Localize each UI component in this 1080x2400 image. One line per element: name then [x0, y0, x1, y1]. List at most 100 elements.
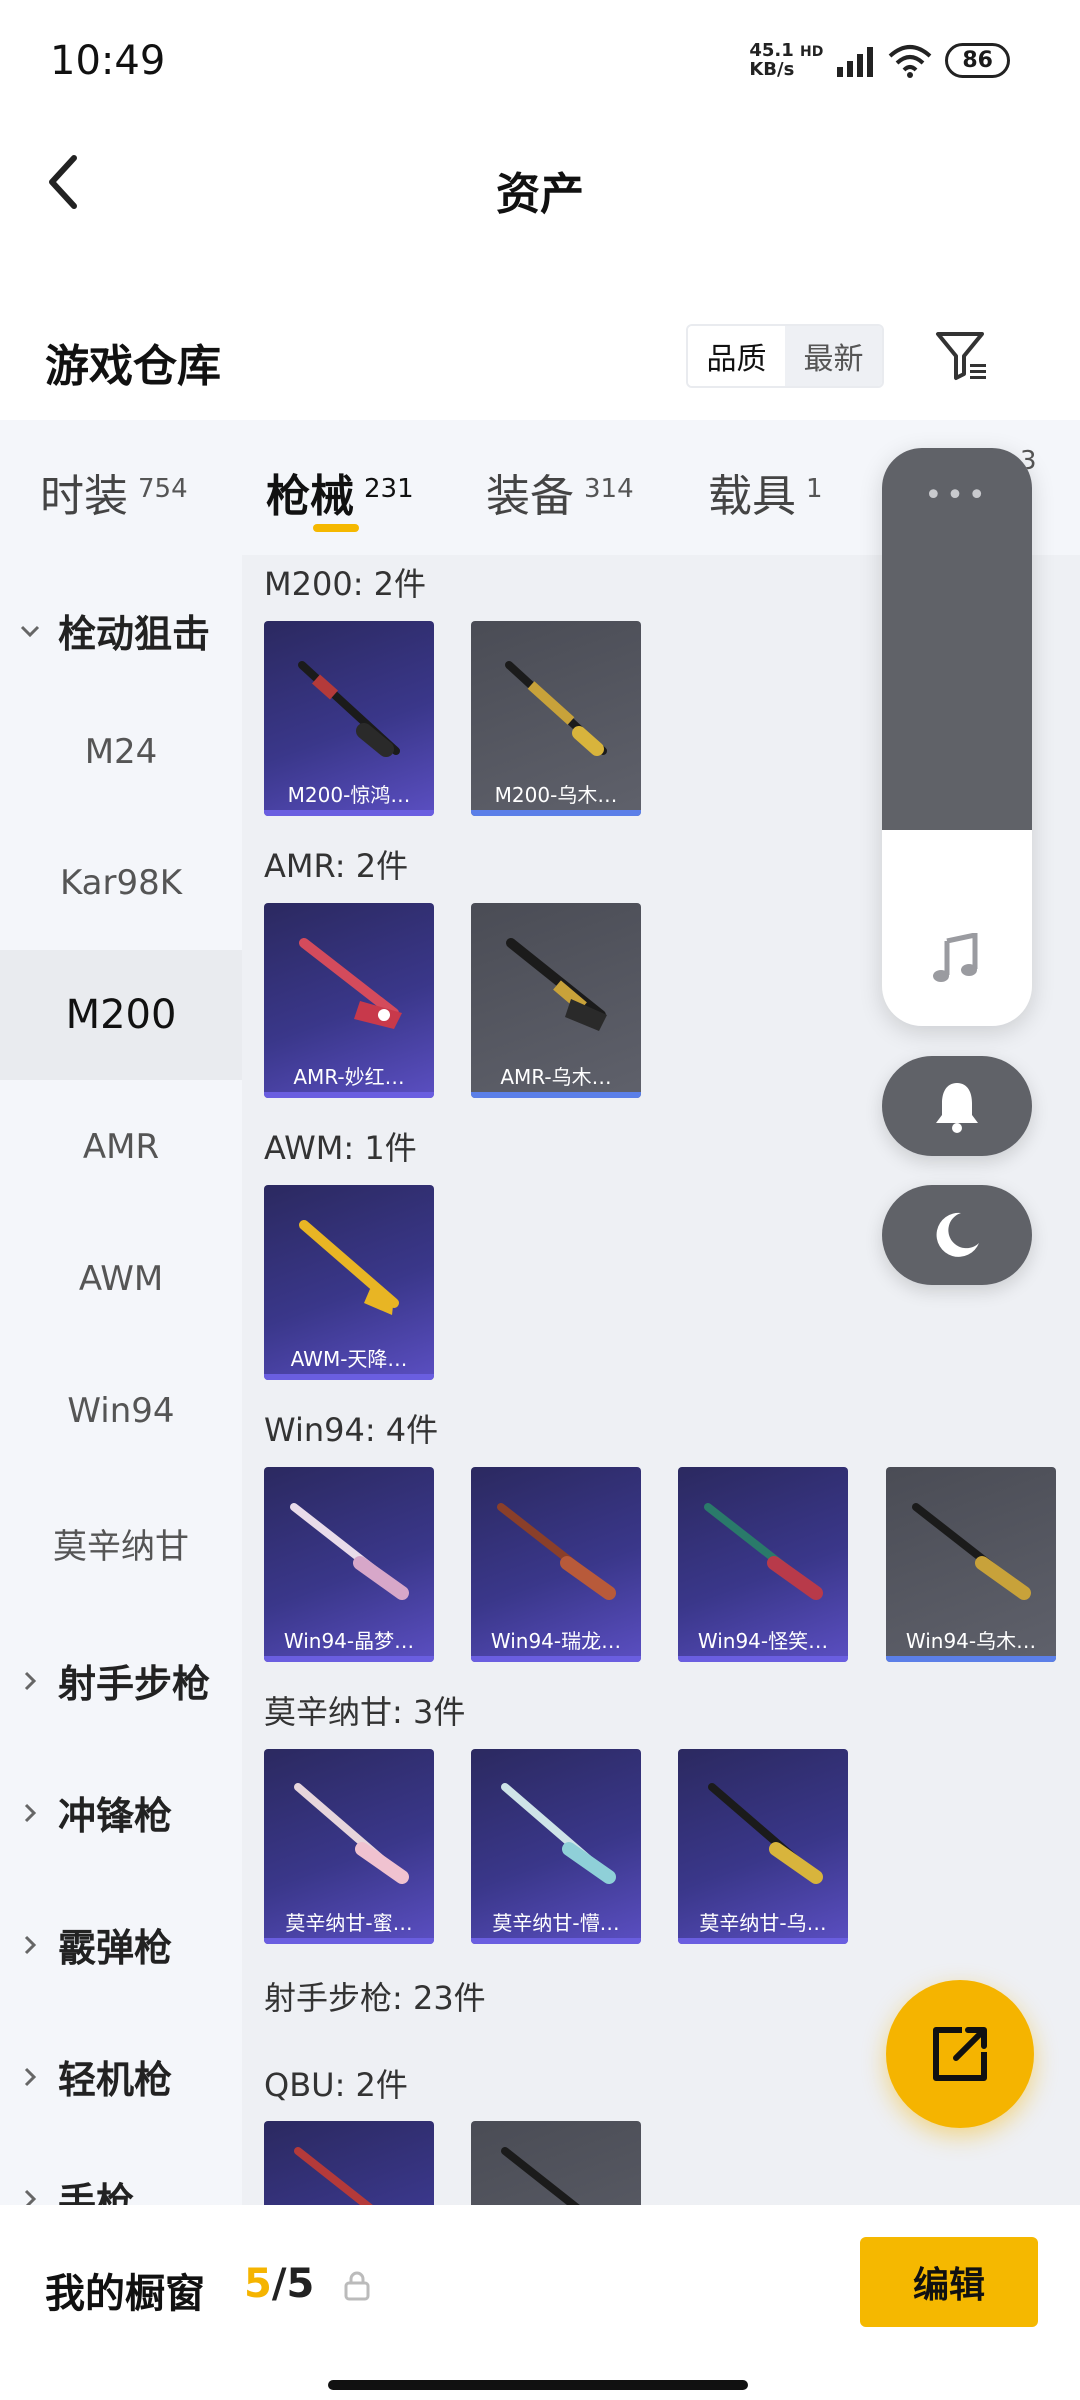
weapon-card[interactable]	[471, 2121, 641, 2205]
chevron-right-icon	[24, 2189, 37, 2205]
floating-volume-panel[interactable]: •••	[882, 448, 1032, 1026]
weapon-card[interactable]: 莫辛纳甘-乌…	[678, 1749, 848, 1944]
weapon-card[interactable]: AWM-天降…	[264, 1185, 434, 1380]
tab-count: 231	[364, 474, 414, 504]
sidebar-group-label: 冲锋枪	[58, 1794, 173, 1838]
tab-firearms[interactable]: 枪械 231	[266, 460, 414, 524]
chevron-right-icon	[24, 2067, 37, 2086]
section-title: M200: 2件	[264, 565, 427, 603]
rifle-icon	[501, 2147, 580, 2205]
weapon-card-label: Win94-乌木…	[905, 1629, 1037, 1653]
weapon-card-label: 莫辛纳甘-乌…	[699, 1911, 827, 1935]
chevron-right-icon	[24, 1803, 37, 1822]
filter-icon[interactable]	[932, 326, 992, 386]
weapon-card[interactable]: M200-惊鸿…	[264, 621, 434, 816]
rarity-bar	[471, 1938, 641, 1944]
status-time: 10:49	[50, 38, 166, 84]
tab-vehicles[interactable]: 载具 1	[708, 460, 823, 524]
sidebar-group-lmg[interactable]: 轻机枪	[18, 2049, 172, 2104]
tab-count: 754	[138, 474, 188, 504]
showcase-current: 5	[244, 2261, 272, 2307]
rarity-bar	[264, 1374, 434, 1380]
weapon-card-label: M200-惊鸿…	[287, 783, 411, 807]
more-dots[interactable]: •••	[882, 478, 1032, 513]
hd-badge: HD	[800, 44, 824, 60]
sort-toggle: 品质 最新	[686, 324, 884, 388]
weapon-card[interactable]: M200-乌木…	[471, 621, 641, 816]
bell-button[interactable]	[882, 1056, 1032, 1156]
sidebar-item-m24[interactable]: M24	[0, 687, 242, 817]
sidebar-group-label: 霰弹枪	[58, 1926, 173, 1970]
chevron-right-icon	[24, 1671, 37, 1690]
weapon-card[interactable]	[264, 2121, 434, 2205]
sort-quality-button[interactable]: 品质	[688, 326, 785, 386]
rarity-bar	[264, 810, 434, 816]
tab-equipment[interactable]: 装备 314	[486, 460, 634, 524]
rarity-bar	[264, 1656, 434, 1662]
chevron-right-icon	[24, 1935, 37, 1954]
weapon-card[interactable]: 莫辛纳甘-懵…	[471, 1749, 641, 1944]
sidebar-item-win94[interactable]: Win94	[0, 1346, 242, 1476]
tab-label: 时装	[40, 471, 128, 522]
weapon-card-label: Win94-瑞龙…	[490, 1629, 622, 1653]
tab-count: 1	[806, 474, 823, 504]
rifle-icon	[294, 1783, 409, 1884]
sort-newest-button[interactable]: 最新	[785, 326, 882, 386]
weapon-card[interactable]: 莫辛纳甘-蜜…	[264, 1749, 434, 1944]
sidebar-group-dmr[interactable]: 射手步枪	[18, 1653, 210, 1708]
chevron-down-icon	[20, 625, 40, 637]
status-bar: 10:49 45.1 HD KB/s 86	[0, 0, 1080, 120]
sidebar-group-label: 手枪	[58, 2180, 135, 2205]
sidebar-item-mosin[interactable]: 莫辛纳甘	[0, 1478, 242, 1608]
tab-fashion[interactable]: 时装 754	[40, 460, 188, 524]
rifle-icon	[299, 1220, 399, 1315]
sidebar-item-amr[interactable]: AMR	[0, 1082, 242, 1212]
sidebar-item-awm[interactable]: AWM	[0, 1214, 242, 1344]
sidebar-item-kar98k[interactable]: Kar98K	[0, 818, 242, 948]
rifle-icon	[501, 1783, 616, 1884]
dark-mode-button[interactable]	[882, 1185, 1032, 1285]
net-speed-unit: KB/s	[749, 59, 795, 80]
bottom-bar: 我的橱窗 5/5 编辑	[0, 2205, 1080, 2400]
section-title: AMR: 2件	[264, 847, 409, 885]
weapon-type-sidebar: 栓动狙击 M24 Kar98K M200 AMR AWM Win94 莫辛纳甘 …	[0, 555, 242, 2205]
weapon-card[interactable]: Win94-晶梦…	[264, 1467, 434, 1662]
sidebar-group-shotgun[interactable]: 霰弹枪	[18, 1917, 172, 1972]
tab-label: 载具	[708, 471, 796, 522]
weapon-card[interactable]: AMR-乌木…	[471, 903, 641, 1098]
sidebar-item-m200[interactable]: M200	[0, 950, 242, 1080]
sidebar-group-label: 射手步枪	[58, 1662, 211, 1706]
rifle-icon	[505, 661, 607, 756]
weapon-card-label: AWM-天降…	[290, 1347, 408, 1371]
rifle-icon	[704, 1503, 823, 1600]
rifle-icon	[708, 1783, 823, 1884]
section-title: QBU: 2件	[264, 2066, 408, 2104]
showcase-total: /5	[271, 2261, 315, 2307]
weapon-card-label: M200-乌木…	[494, 783, 618, 807]
music-note-icon	[933, 933, 978, 982]
section-title: Win94: 4件	[264, 1411, 439, 1449]
weapon-card[interactable]: Win94-瑞龙…	[471, 1467, 641, 1662]
sidebar-group-bolt-action[interactable]: 栓动狙击	[18, 603, 210, 658]
weapon-card[interactable]: Win94-乌木…	[886, 1467, 1056, 1662]
status-icons: 45.1 HD KB/s 86	[749, 42, 1010, 79]
weapon-card[interactable]: Win94-怪笑…	[678, 1467, 848, 1662]
weapon-card-label: Win94-晶梦…	[283, 1629, 415, 1653]
section-title: 莫辛纳甘: 3件	[264, 1693, 466, 1731]
warehouse-title: 游戏仓库	[45, 341, 221, 392]
rarity-bar	[471, 1092, 641, 1098]
sidebar-group-smg[interactable]: 冲锋枪	[18, 1785, 172, 1840]
section-title: AWM: 1件	[264, 1129, 417, 1167]
rarity-bar	[678, 1938, 848, 1944]
signal-icon	[837, 46, 874, 77]
weapon-card[interactable]: AMR-妙红…	[264, 903, 434, 1098]
edit-button[interactable]: 编辑	[860, 2237, 1038, 2327]
share-button[interactable]	[886, 1980, 1034, 2128]
weapon-card-label: 莫辛纳甘-懵…	[492, 1911, 620, 1935]
sidebar-group-pistol[interactable]: 手枪	[18, 2171, 134, 2205]
showcase-label: 我的橱窗	[45, 2271, 205, 2317]
rarity-bar	[678, 1656, 848, 1662]
active-tab-indicator	[313, 524, 359, 532]
tab-label: 装备	[486, 471, 574, 522]
home-indicator[interactable]	[328, 2380, 748, 2390]
